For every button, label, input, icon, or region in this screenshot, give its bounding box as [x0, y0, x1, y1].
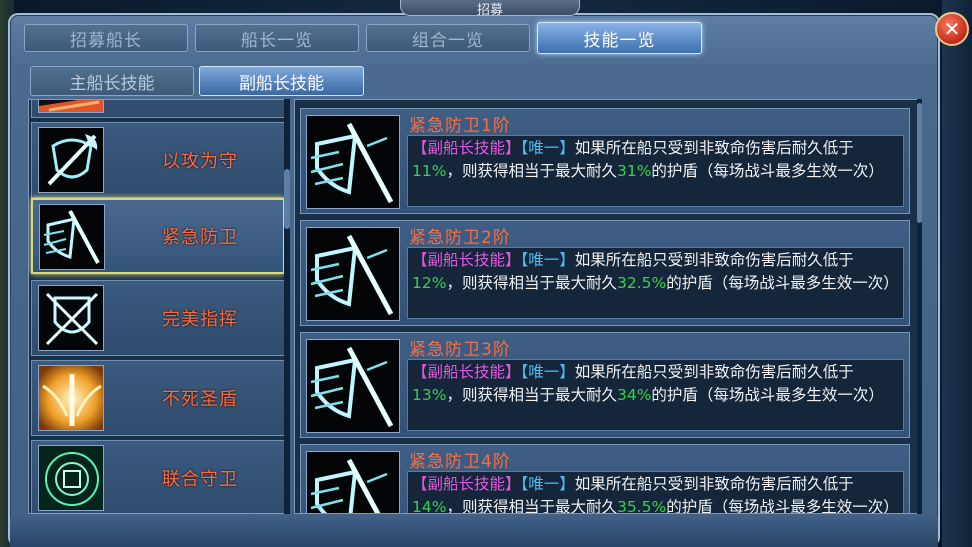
skill-level-card: 紧急防卫4阶 【副船长技能】【唯一】如果所在船只受到非致命伤害后耐久低于 14%，… — [300, 444, 910, 514]
desc-part-c: 的护盾（每场战斗最多生效一次） — [651, 162, 884, 180]
vice-captain-tag: 【副船长技能】 — [412, 251, 521, 269]
vice-captain-tag: 【副船长技能】 — [412, 475, 521, 493]
emergency-shield-icon — [306, 227, 400, 321]
skill-name: 紧急防卫 — [162, 227, 238, 248]
window-title: 招募 — [476, 3, 503, 18]
shield-axe-icon — [38, 127, 104, 193]
desc-part-a: 如果所在船只受到非致命伤害后耐久低于 — [574, 251, 854, 269]
scrollbar-thumb[interactable] — [284, 169, 290, 229]
emergency-shield-icon — [306, 451, 400, 513]
skill-name: 联合守卫 — [162, 469, 238, 490]
background-right-edge — [942, 0, 972, 547]
skill-level-title: 紧急防卫3阶 — [409, 340, 511, 360]
unique-tag: 【唯一】 — [520, 363, 575, 381]
skill-level-card: 紧急防卫2阶 【副船长技能】【唯一】如果所在船只受到非致命伤害后耐久低于 12%，… — [300, 220, 910, 326]
subtab-vice-captain-skill[interactable]: 副船长技能 — [199, 66, 364, 96]
desc-part-a: 如果所在船只受到非致命伤害后耐久低于 — [574, 363, 854, 381]
desc-part-b: ，则获得相当于最大耐久 — [446, 386, 617, 404]
desc-part-b: ，则获得相当于最大耐久 — [446, 498, 617, 514]
subtab-main-captain-skill[interactable]: 主船长技能 — [30, 66, 194, 96]
unique-tag: 【唯一】 — [520, 251, 575, 269]
emergency-shield-icon — [306, 339, 400, 433]
skill-list-item[interactable]: 联合守卫 — [31, 440, 285, 513]
skill-list-item[interactable] — [31, 100, 285, 118]
tab-skill-list[interactable]: 技能一览 — [537, 22, 702, 54]
fire-skill-icon — [38, 100, 104, 113]
skill-level-description: 【副船长技能】【唯一】如果所在船只受到非致命伤害后耐久低于 12%，则获得相当于最… — [407, 247, 904, 319]
vice-captain-tag: 【副船长技能】 — [412, 363, 521, 381]
golden-winged-shield-icon — [38, 365, 104, 431]
shield-percent: 32.5% — [616, 274, 667, 292]
skill-detail-scrollbar[interactable] — [917, 99, 922, 514]
desc-part-c: 的护盾（每场战斗最多生效一次） — [666, 498, 899, 514]
skill-list-item[interactable]: 不死圣盾 — [31, 360, 285, 436]
skill-level-card: 紧急防卫1阶 【副船长技能】【唯一】如果所在船只受到非致命伤害后耐久低于 11%，… — [300, 108, 910, 214]
emergency-shield-icon — [306, 115, 400, 209]
shield-percent: 34% — [616, 386, 652, 404]
game-screen: 招募 ✕ 招募船长 船长一览 组合一览 技能一览 主船长技能 副船长技能 以攻为… — [0, 0, 972, 547]
desc-part-c: 的护盾（每场战斗最多生效一次） — [651, 386, 884, 404]
desc-part-c: 的护盾（每场战斗最多生效一次） — [666, 274, 899, 292]
durability-threshold: 12% — [412, 274, 447, 292]
close-icon: ✕ — [943, 17, 961, 41]
skill-level-title: 紧急防卫1阶 — [409, 116, 511, 136]
skill-level-card: 紧急防卫3阶 【副船长技能】【唯一】如果所在船只受到非致命伤害后耐久低于 13%，… — [300, 332, 910, 438]
skill-level-description: 【副船长技能】【唯一】如果所在船只受到非致命伤害后耐久低于 14%，则获得相当于最… — [407, 471, 904, 514]
skill-list-scrollbar[interactable] — [284, 99, 290, 514]
skill-level-title: 紧急防卫4阶 — [409, 452, 511, 472]
skill-list-panel: 以攻为守 紧急防卫 完美指挥 不死圣盾 联合守卫 — [28, 99, 288, 514]
crossed-swords-shield-icon — [38, 285, 104, 351]
emergency-shield-icon — [39, 204, 105, 270]
tab-recruit-captain[interactable]: 招募船长 — [24, 24, 188, 52]
desc-part-b: ，则获得相当于最大耐久 — [446, 162, 617, 180]
skill-list-item-selected[interactable]: 紧急防卫 — [31, 198, 285, 274]
unique-tag: 【唯一】 — [520, 475, 575, 493]
skill-list-item[interactable]: 以攻为守 — [31, 122, 285, 198]
skill-level-description: 【副船长技能】【唯一】如果所在船只受到非致命伤害后耐久低于 13%，则获得相当于最… — [407, 359, 904, 431]
shield-percent: 35.5% — [616, 498, 667, 514]
desc-part-a: 如果所在船只受到非致命伤害后耐久低于 — [574, 475, 854, 493]
close-button[interactable]: ✕ — [935, 12, 969, 46]
desc-part-a: 如果所在船只受到非致命伤害后耐久低于 — [574, 139, 854, 157]
desc-part-b: ，则获得相当于最大耐久 — [446, 274, 617, 292]
skill-name: 以攻为守 — [162, 151, 238, 172]
skill-name: 完美指挥 — [162, 309, 238, 330]
durability-threshold: 11% — [412, 162, 447, 180]
window-bottom-border — [10, 517, 938, 547]
scrollbar-thumb[interactable] — [917, 103, 922, 223]
skill-level-description: 【副船长技能】【唯一】如果所在船只受到非致命伤害后耐久低于 11%，则获得相当于最… — [407, 135, 904, 207]
tab-captain-list[interactable]: 船长一览 — [195, 24, 359, 52]
skill-detail-panel: 紧急防卫1阶 【副船长技能】【唯一】如果所在船只受到非致命伤害后耐久低于11%，… — [294, 99, 922, 514]
window-title-plate: 招募 — [400, 0, 580, 18]
durability-threshold: 13% — [412, 386, 447, 404]
green-rune-circle-icon — [38, 445, 104, 511]
vice-captain-tag: 【副船长技能】 — [412, 139, 521, 157]
tab-combo-list[interactable]: 组合一览 — [366, 24, 530, 52]
unique-tag: 【唯一】 — [520, 139, 575, 157]
shield-percent: 31% — [616, 162, 652, 180]
skill-list-item[interactable]: 完美指挥 — [31, 280, 285, 356]
skill-name: 不死圣盾 — [162, 389, 238, 410]
durability-threshold: 14% — [412, 498, 447, 514]
skill-level-title: 紧急防卫2阶 — [409, 228, 511, 248]
